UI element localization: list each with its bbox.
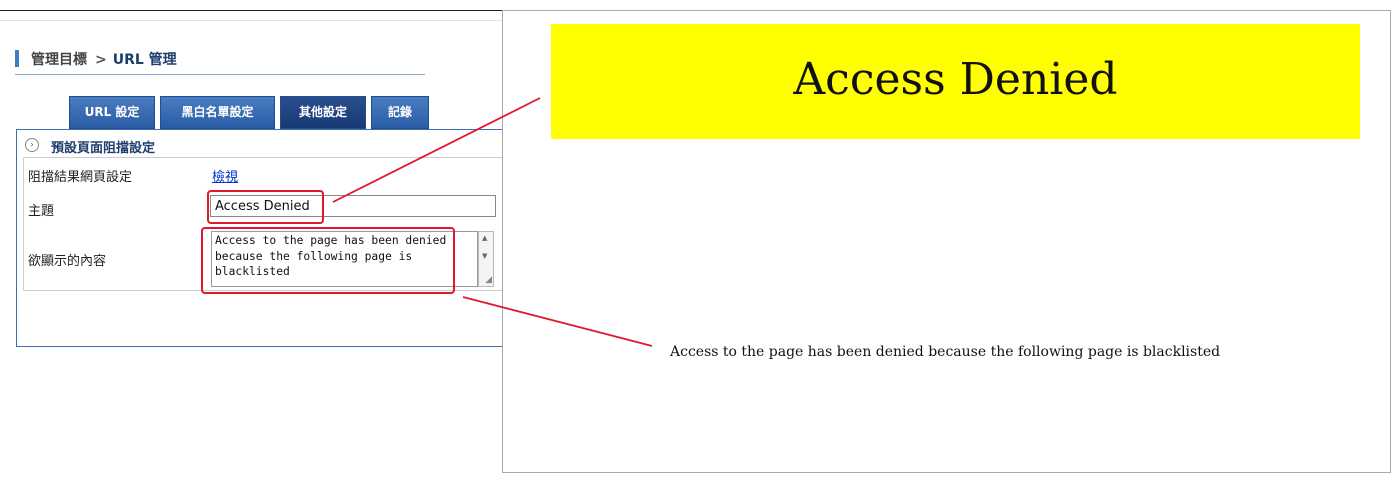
preview-body-text: Access to the page has been denied becau… [670, 344, 1221, 360]
top-border [0, 10, 502, 11]
breadcrumb-separator: > [95, 52, 107, 68]
content-highlight-box [201, 227, 455, 294]
section-title: 預設頁面阻擋設定 [51, 141, 156, 156]
tab-other-settings[interactable]: 其他設定 [280, 96, 366, 129]
content-label: 欲顯示的內容 [28, 254, 107, 269]
scroll-down-icon[interactable]: ▼ [482, 252, 487, 260]
header-divider [0, 20, 502, 21]
tab-url-settings[interactable]: URL 設定 [69, 96, 155, 129]
resize-grip-icon[interactable]: ◢ [485, 275, 492, 285]
tab-blacklist-whitelist[interactable]: 黑白名單設定 [160, 96, 275, 129]
subject-highlight-box [207, 190, 324, 224]
block-page-label: 阻擋結果網頁設定 [28, 170, 133, 185]
expand-arrow-icon[interactable]: › [25, 138, 39, 152]
preview-banner: Access Denied [551, 24, 1360, 139]
breadcrumb: 管理目標 > URL 管理 [31, 49, 177, 69]
block-page-preview: Access Denied Access to the page has bee… [502, 10, 1391, 473]
section-header[interactable]: › 預設頁面阻擋設定 [17, 135, 503, 157]
breadcrumb-rule [15, 74, 425, 75]
subject-label: 主題 [28, 204, 55, 219]
textarea-scrollbar[interactable]: ▲ ▼ ◢ [478, 231, 494, 287]
view-link[interactable]: 檢視 [212, 166, 238, 185]
breadcrumb-marker [15, 50, 19, 67]
breadcrumb-page: URL 管理 [112, 52, 177, 68]
scroll-up-icon[interactable]: ▲ [482, 234, 487, 242]
breadcrumb-section[interactable]: 管理目標 [31, 52, 87, 68]
tab-records[interactable]: 記錄 [371, 96, 429, 129]
